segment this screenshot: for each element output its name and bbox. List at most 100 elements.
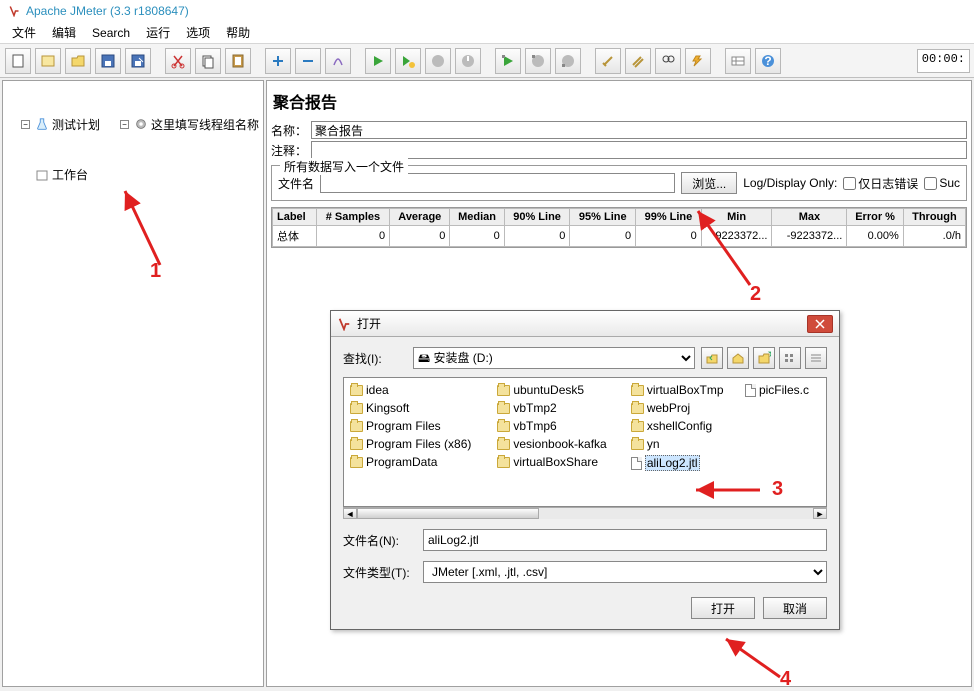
browse-button[interactable]: 浏览... — [681, 172, 737, 194]
list-item[interactable]: Program Files (x86) — [350, 437, 491, 451]
home-button[interactable] — [727, 347, 749, 369]
tree-label: 测试计划 — [52, 116, 100, 133]
clear-all-button[interactable] — [625, 48, 651, 74]
shutdown-button[interactable] — [455, 48, 481, 74]
close-button[interactable] — [807, 315, 833, 333]
toggle-button[interactable] — [325, 48, 351, 74]
table-row[interactable]: 总体 0 0 0 0 0 0 9223372... -9223372... 0.… — [273, 226, 966, 247]
open-button[interactable] — [65, 48, 91, 74]
open-button[interactable]: 打开 — [691, 597, 755, 619]
menu-edit[interactable]: 编辑 — [46, 22, 82, 43]
help-button[interactable]: ? — [755, 48, 781, 74]
list-item[interactable]: ubuntuDesk5 — [497, 383, 624, 397]
list-item[interactable]: webProj — [631, 401, 739, 415]
svg-text:?: ? — [764, 54, 771, 68]
folder-icon — [350, 403, 363, 414]
window-title-bar: Apache JMeter (3.3 r1808647) — [0, 0, 974, 22]
save-as-button[interactable] — [125, 48, 151, 74]
cut-button[interactable] — [165, 48, 191, 74]
tree-thread-group[interactable]: − 这里填写线程组名称 — [120, 116, 259, 133]
filename-input[interactable] — [423, 529, 827, 551]
cancel-button[interactable]: 取消 — [763, 597, 827, 619]
start-no-pause-button[interactable] — [395, 48, 421, 74]
list-item[interactable]: Program Files — [350, 419, 491, 433]
comment-label: 注释： — [271, 142, 311, 159]
col-p90[interactable]: 90% Line — [504, 209, 570, 226]
col-label[interactable]: Label — [273, 209, 317, 226]
list-item[interactable]: vbTmp2 — [497, 401, 624, 415]
only-errors-checkbox[interactable]: 仅日志错误 — [843, 175, 918, 192]
search-button[interactable] — [655, 48, 681, 74]
comment-input[interactable] — [311, 141, 967, 159]
filename-input[interactable] — [320, 173, 675, 193]
horizontal-scrollbar[interactable]: ◄ ► — [343, 507, 827, 519]
scroll-right-icon[interactable]: ► — [813, 508, 827, 519]
tree-workbench[interactable]: 工作台 — [21, 166, 88, 183]
menu-file[interactable]: 文件 — [6, 22, 42, 43]
collapse-icon[interactable]: − — [120, 120, 129, 129]
only-success-checkbox[interactable]: Suc — [924, 176, 960, 190]
list-item[interactable]: virtualBoxTmp — [631, 383, 739, 397]
file-list[interactable]: idea ubuntuDesk5 virtualBoxTmp picFiles.… — [343, 377, 827, 507]
list-item[interactable]: yn — [631, 437, 739, 451]
list-item[interactable]: vbTmp6 — [497, 419, 624, 433]
save-button[interactable] — [95, 48, 121, 74]
reset-search-button[interactable] — [685, 48, 711, 74]
panel-title: 聚合报告 — [273, 89, 965, 113]
new-folder-button[interactable]: ★ — [753, 347, 775, 369]
col-avg[interactable]: Average — [390, 209, 450, 226]
menu-search[interactable]: Search — [86, 24, 136, 42]
scroll-thumb[interactable] — [357, 508, 539, 519]
expand-button[interactable] — [265, 48, 291, 74]
list-item[interactable]: ProgramData — [350, 455, 491, 469]
col-min[interactable]: Min — [701, 209, 772, 226]
list-item[interactable]: xshellConfig — [631, 419, 739, 433]
list-item[interactable]: vesionbook-kafka — [497, 437, 624, 451]
paste-button[interactable] — [225, 48, 251, 74]
col-median[interactable]: Median — [450, 209, 504, 226]
start-button[interactable] — [365, 48, 391, 74]
copy-button[interactable] — [195, 48, 221, 74]
lookin-select[interactable]: 🖴 安装盘 (D:) — [413, 347, 695, 369]
list-item[interactable]: picFiles.c — [745, 383, 820, 397]
folder-icon — [497, 403, 510, 414]
folder-icon — [350, 385, 363, 396]
dialog-title-bar[interactable]: 打开 — [331, 311, 839, 337]
new-button[interactable] — [5, 48, 31, 74]
templates-button[interactable] — [35, 48, 61, 74]
list-item[interactable]: virtualBoxShare — [497, 455, 624, 469]
col-p99[interactable]: 99% Line — [636, 209, 702, 226]
svg-text:★: ★ — [767, 351, 771, 360]
col-through[interactable]: Through — [903, 209, 965, 226]
menu-help[interactable]: 帮助 — [220, 22, 256, 43]
remote-shutdown-button[interactable] — [555, 48, 581, 74]
menu-run[interactable]: 运行 — [140, 22, 176, 43]
collapse-icon[interactable]: − — [21, 120, 30, 129]
filetype-select[interactable]: JMeter [.xml, .jtl, .csv] — [423, 561, 827, 583]
function-helper-button[interactable] — [725, 48, 751, 74]
col-samples[interactable]: # Samples — [316, 209, 389, 226]
test-plan-tree[interactable]: − 测试计划 − 这里填写线程组名称 图片路径csv 调用ptserver — [2, 80, 264, 687]
collapse-button[interactable] — [295, 48, 321, 74]
remote-start-button[interactable] — [495, 48, 521, 74]
details-view-button[interactable] — [805, 347, 827, 369]
col-max[interactable]: Max — [772, 209, 847, 226]
clear-button[interactable] — [595, 48, 621, 74]
list-view-button[interactable] — [779, 347, 801, 369]
col-p95[interactable]: 95% Line — [570, 209, 636, 226]
stop-button[interactable] — [425, 48, 451, 74]
report-table: Label # Samples Average Median 90% Line … — [271, 207, 967, 248]
remote-stop-button[interactable] — [525, 48, 551, 74]
list-item-selected[interactable]: aliLog2.jtl — [631, 455, 739, 471]
col-err[interactable]: Error % — [847, 209, 903, 226]
file-open-dialog: 打开 查找(I): 🖴 安装盘 (D:) ★ idea ubuntuDesk5 … — [330, 310, 840, 630]
dialog-title: 打开 — [357, 315, 381, 332]
scroll-left-icon[interactable]: ◄ — [343, 508, 357, 519]
tree-test-plan[interactable]: − 测试计划 — [21, 116, 100, 133]
file-icon — [745, 384, 756, 397]
name-input[interactable] — [311, 121, 967, 139]
up-folder-button[interactable] — [701, 347, 723, 369]
list-item[interactable]: Kingsoft — [350, 401, 491, 415]
list-item[interactable]: idea — [350, 383, 491, 397]
menu-options[interactable]: 选项 — [180, 22, 216, 43]
